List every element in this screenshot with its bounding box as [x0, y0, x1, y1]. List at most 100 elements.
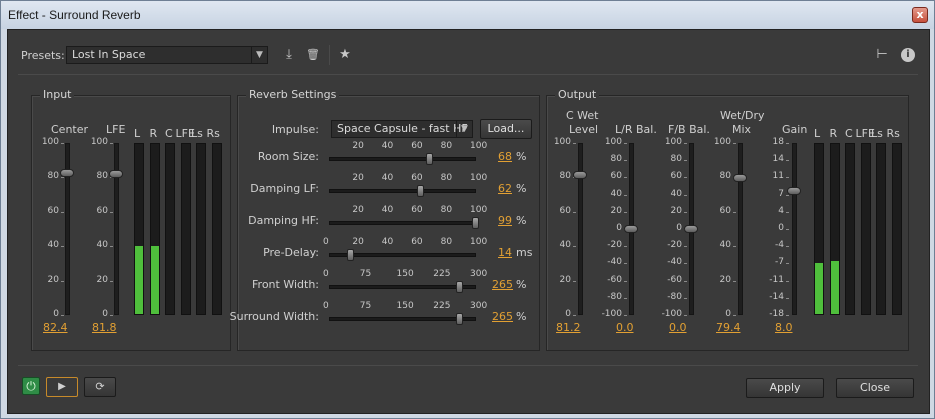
input-meter-label-r: R — [149, 127, 158, 140]
output-lr-scale-tick — [624, 211, 627, 213]
reverb-slider-thumb[interactable] — [346, 249, 354, 261]
load-impulse-button[interactable]: Load... — [480, 119, 532, 139]
input-lfe-scale-label: 0 — [102, 309, 108, 319]
reverb-row-unit: % — [516, 182, 527, 195]
power-toggle-icon[interactable]: ⏻ — [22, 377, 40, 395]
info-icon[interactable]: i — [901, 48, 915, 62]
reverb-scale-label: 20 — [352, 173, 364, 183]
output-gain-scale-tick — [786, 143, 789, 144]
reverb-slider-thumb[interactable] — [417, 185, 425, 197]
toolbar-divider — [329, 45, 330, 65]
output-wetdry-scale-label: 20 — [719, 274, 731, 285]
input-center-value[interactable]: 82.4 — [43, 321, 68, 334]
output-cwet-value[interactable]: 81.2 — [556, 321, 581, 334]
input-lfe-scale-tick — [110, 211, 113, 213]
reverb-scale-label: 100 — [470, 205, 488, 215]
reverb-row-value[interactable]: 99 — [498, 214, 512, 227]
effect-window: Effect - Surround Reverb x Presets: Lost… — [0, 0, 935, 419]
play-preview-button[interactable]: ▶ — [46, 377, 78, 397]
reverb-slider-thumb[interactable] — [455, 281, 463, 293]
output-lr-scale-label: -80 — [607, 291, 622, 302]
output-fb-fader-thumb[interactable] — [684, 225, 698, 233]
output-lr-scale-label: 0 — [616, 223, 622, 233]
output-gain-scale-label: -14 — [769, 291, 784, 302]
reverb-scale-label: 20 — [352, 205, 364, 215]
reverb-scale-label: 100 — [470, 237, 488, 247]
output-gain-value[interactable]: 8.0 — [775, 321, 793, 334]
routing-icon[interactable]: ⊢ — [874, 47, 890, 63]
input-center-scale-tick — [61, 177, 64, 179]
output-level-label: Level — [569, 123, 599, 136]
output-cwet-fader-thumb[interactable] — [573, 171, 587, 180]
chevron-down-icon: ▼ — [456, 121, 472, 137]
meter-level — [150, 246, 159, 314]
apply-button[interactable]: Apply — [746, 378, 824, 398]
impulse-label: Impulse: — [271, 123, 319, 136]
output-lr-scale-label: 80 — [610, 154, 622, 165]
output-wetdry-scale-label: 80 — [719, 171, 731, 182]
reverb-slider-track — [329, 221, 476, 225]
output-lr-fader-thumb[interactable] — [624, 225, 638, 233]
input-lfe-scale-label: 80 — [96, 171, 108, 182]
window-close-button[interactable]: x — [912, 7, 928, 23]
close-button[interactable]: Close — [836, 378, 914, 398]
output-fb-scale-label: 60 — [670, 171, 682, 182]
output-gain-fader-thumb[interactable] — [787, 186, 801, 195]
delete-preset-icon[interactable]: 🗑 — [305, 47, 321, 63]
output-fb-value[interactable]: 0.0 — [669, 321, 687, 334]
reverb-scale-label: 60 — [411, 237, 423, 247]
output-lr-value[interactable]: 0.0 — [616, 321, 634, 334]
reverb-scale-label: 40 — [381, 237, 394, 247]
output-lr-scale-label: -40 — [607, 257, 622, 268]
input-center-fader-thumb[interactable] — [60, 169, 74, 178]
reverb-row-unit: % — [516, 278, 527, 291]
output-cwet-scale-tick — [573, 211, 576, 213]
output-lr-scale-tick — [624, 315, 627, 316]
input-center-scale-label: 40 — [47, 240, 59, 251]
output-meter-rs — [891, 143, 902, 315]
input-lfe-fader-track — [114, 143, 119, 315]
reverb-scale-label: 75 — [359, 269, 372, 279]
output-fb-scale-tick — [684, 315, 687, 316]
input-lfe-scale-tick — [110, 246, 113, 248]
output-gain-scale-label: 4 — [778, 205, 784, 216]
presets-dropdown[interactable]: Lost In Space ▼ — [66, 46, 268, 64]
input-lfe-fader-thumb[interactable] — [109, 170, 123, 179]
output-fb-scale-label: 20 — [670, 205, 682, 216]
impulse-dropdown[interactable]: Space Capsule - fast HF ▼ — [331, 120, 473, 138]
output-wetdry-fader-thumb[interactable] — [733, 174, 747, 183]
reverb-scale-label: 60 — [411, 205, 423, 215]
output-fb-scale-tick — [684, 177, 687, 179]
output-fb-scale-tick — [684, 297, 687, 299]
output-wetdry-value[interactable]: 79.4 — [716, 321, 741, 334]
input-center-scale-label: 100 — [41, 137, 59, 147]
reverb-row-value[interactable]: 14 — [498, 246, 512, 259]
output-lr-scale-label: 20 — [610, 205, 622, 216]
reverb-slider-thumb[interactable] — [425, 153, 433, 165]
output-fb-scale-label: -100 — [661, 309, 682, 319]
output-wetdry-scale-label: 0 — [725, 309, 731, 319]
favorite-star-icon[interactable]: ★ — [337, 47, 353, 63]
output-cwet-scale-tick — [573, 280, 576, 282]
input-lfe-value[interactable]: 81.8 — [92, 321, 117, 334]
input-lfe-scale-tick — [110, 143, 113, 144]
reverb-row-value[interactable]: 68 — [498, 150, 512, 163]
reverb-row-value[interactable]: 265 — [492, 278, 513, 291]
reverb-slider-thumb[interactable] — [471, 217, 479, 229]
output-gain-label: Gain — [782, 123, 808, 136]
reverb-row-value[interactable]: 265 — [492, 310, 513, 323]
input-lfe-scale-label: 100 — [90, 137, 108, 147]
reverb-row-value[interactable]: 62 — [498, 182, 512, 195]
reverb-scale-label: 60 — [411, 173, 423, 183]
output-cwet-scale-label: 60 — [559, 205, 571, 216]
save-preset-icon[interactable]: ⤓ — [281, 47, 297, 63]
output-wetdry-scale-tick — [733, 315, 736, 316]
output-meter-label-r: R — [829, 127, 838, 140]
output-gain-scale-label: -7 — [775, 257, 784, 268]
reverb-slider-thumb[interactable] — [455, 313, 463, 325]
output-gain-scale-tick — [786, 297, 789, 299]
output-gain-scale-label: -4 — [775, 240, 784, 251]
loop-toggle-button[interactable]: ⟳ — [84, 377, 116, 397]
reverb-scale-label: 225 — [433, 269, 451, 279]
output-lr-scale-tick — [624, 143, 627, 144]
